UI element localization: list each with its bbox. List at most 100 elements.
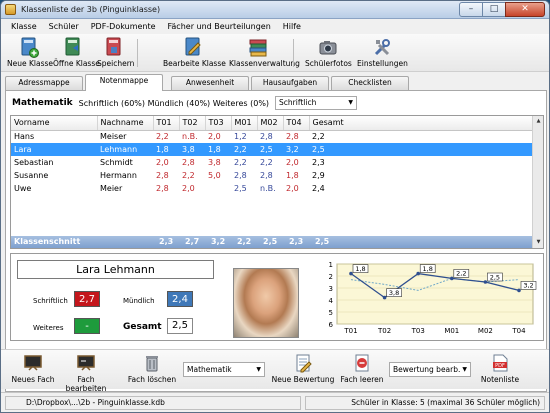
chalkboard-icon bbox=[24, 355, 42, 371]
edit-class-button[interactable]: Bearbeite Klasse bbox=[163, 36, 226, 70]
column-header-m02[interactable]: M02 bbox=[257, 116, 284, 131]
cell-t01[interactable]: 2,8 bbox=[153, 169, 179, 182]
cell-gesamt: 2,3 bbox=[312, 158, 325, 167]
column-header-vorname[interactable]: Vorname bbox=[11, 116, 98, 131]
cell-t04[interactable]: 3,2 bbox=[283, 143, 309, 156]
clear-subject-button[interactable]: Fach leeren bbox=[339, 353, 385, 384]
menu-faecher[interactable]: Fächer und Beurteilungen bbox=[168, 19, 271, 34]
cell-t04[interactable]: 2,0 bbox=[283, 182, 309, 195]
toolbar-separator bbox=[293, 39, 294, 67]
scroll-down-icon[interactable]: ▼ bbox=[534, 238, 543, 247]
table-row[interactable]: Susanne Hermann 2,8 2,2 5,0 2,8 2,8 1,8 … bbox=[11, 169, 533, 182]
maximize-button[interactable]: □ bbox=[482, 2, 506, 17]
open-class-icon bbox=[65, 37, 80, 56]
tab-checklisten[interactable]: Checklisten bbox=[331, 76, 409, 90]
settings-button[interactable]: Einstellungen bbox=[357, 36, 408, 70]
column-header-nachname[interactable]: Nachname bbox=[97, 116, 154, 131]
grade-list-button[interactable]: PDF Notenliste bbox=[477, 353, 523, 384]
assessment-select[interactable]: Bewertung bearb. ▼ bbox=[389, 362, 471, 377]
column-header-t03[interactable]: T03 bbox=[205, 116, 232, 131]
trash-icon bbox=[146, 356, 158, 372]
weighting-select[interactable]: Schriftlich ▼ bbox=[275, 96, 358, 110]
subject-name: Mathematik bbox=[12, 98, 73, 108]
new-subject-button[interactable]: Neues Fach bbox=[11, 353, 55, 384]
settings-label: Einstellungen bbox=[357, 59, 408, 68]
column-header-m01[interactable]: M01 bbox=[231, 116, 258, 131]
chart-x-tick: T02 bbox=[377, 327, 391, 335]
cell-t02[interactable]: 2,8 bbox=[179, 156, 205, 169]
cell-t02[interactable]: 2,2 bbox=[179, 169, 205, 182]
menu-schueler[interactable]: Schüler bbox=[49, 19, 79, 34]
class-average-label: Klassenschnitt bbox=[14, 237, 81, 246]
cell-t01[interactable]: 2,2 bbox=[153, 130, 179, 143]
chart-y-tick: 5 bbox=[329, 309, 333, 317]
chart-point bbox=[416, 271, 420, 276]
chart-point bbox=[349, 271, 353, 276]
cell-t04[interactable]: 2,0 bbox=[283, 156, 309, 169]
cell-m01[interactable]: 2,2 bbox=[231, 156, 257, 169]
grid-scrollbar[interactable]: ▲ ▼ bbox=[532, 116, 543, 248]
open-class-label: Öffne Klasse bbox=[53, 59, 100, 68]
total-grade: 2,5 bbox=[167, 318, 193, 334]
column-header-t01[interactable]: T01 bbox=[153, 116, 180, 131]
column-header-gesamt[interactable]: Gesamt bbox=[309, 116, 534, 131]
cell-m02[interactable]: n.B. bbox=[257, 182, 283, 195]
table-row[interactable]: Hans Meiser 2,2 n.B. 2,0 1,2 2,8 2,8 2,2 bbox=[11, 130, 533, 143]
cell-t03[interactable]: 3,8 bbox=[205, 156, 231, 169]
cell-t04[interactable]: 2,8 bbox=[283, 130, 309, 143]
menu-pdf-dokumente[interactable]: PDF-Dokumente bbox=[91, 19, 156, 34]
cell-t02[interactable]: n.B. bbox=[179, 130, 205, 143]
open-class-button[interactable]: Öffne Klasse bbox=[53, 36, 100, 70]
cell-t03[interactable]: 1,8 bbox=[205, 143, 231, 156]
cell-m01[interactable]: 1,2 bbox=[231, 130, 257, 143]
cell-m02[interactable]: 2,8 bbox=[257, 130, 283, 143]
cell-m02[interactable]: 2,2 bbox=[257, 156, 283, 169]
cell-t04[interactable]: 1,8 bbox=[283, 169, 309, 182]
column-header-t04[interactable]: T04 bbox=[283, 116, 310, 131]
table-row-selected[interactable]: Lara Lehmann 1,8 3,8 1,8 2,2 2,5 3,2 2,5 bbox=[11, 143, 533, 156]
tab-hausaufgaben[interactable]: Hausaufgaben bbox=[251, 76, 329, 90]
new-class-button[interactable]: Neue Klasse bbox=[7, 36, 53, 70]
scroll-up-icon[interactable]: ▲ bbox=[534, 117, 543, 126]
edit-subject-button[interactable]: Fach bearbeiten bbox=[61, 353, 111, 393]
cell-t02[interactable]: 3,8 bbox=[179, 143, 205, 156]
cell-t03[interactable]: 5,0 bbox=[205, 169, 231, 182]
cell-t02[interactable]: 2,0 bbox=[179, 182, 205, 195]
cell-m01[interactable]: 2,5 bbox=[231, 182, 257, 195]
cell-t01[interactable]: 2,0 bbox=[153, 156, 179, 169]
toolbar: Neue Klasse Öffne Klasse Speichern Bearb… bbox=[1, 34, 549, 72]
menu-klasse[interactable]: Klasse bbox=[11, 19, 37, 34]
cell-t03[interactable] bbox=[205, 182, 231, 195]
minimize-button[interactable]: – bbox=[459, 2, 483, 17]
cell-m02[interactable]: 2,8 bbox=[257, 169, 283, 182]
weighting-select-value: Schriftlich bbox=[279, 98, 317, 107]
cell-m01[interactable]: 2,8 bbox=[231, 169, 257, 182]
subject-select[interactable]: Mathematik ▼ bbox=[183, 362, 265, 377]
class-admin-button[interactable]: Klassenverwaltung bbox=[229, 36, 300, 70]
delete-subject-button[interactable]: Fach löschen bbox=[127, 353, 177, 384]
tab-notenmappe[interactable]: Notenmappe bbox=[85, 74, 163, 91]
tab-strip: Adressmappe Notenmappe Anwesenheit Hausa… bbox=[5, 74, 547, 91]
save-button[interactable]: Speichern bbox=[97, 36, 134, 70]
main-window: Klassenliste der 3b (Pinguinklasse) – □ … bbox=[0, 0, 550, 413]
cell-m02[interactable]: 2,5 bbox=[257, 143, 283, 156]
cell-m01[interactable]: 2,2 bbox=[231, 143, 257, 156]
student-photos-button[interactable]: Schülerfotos bbox=[305, 36, 352, 70]
menu-hilfe[interactable]: Hilfe bbox=[283, 19, 301, 34]
subject-row: Mathematik Schriftlich (60%) Mündlich (4… bbox=[12, 96, 358, 110]
tab-anwesenheit[interactable]: Anwesenheit bbox=[171, 76, 249, 90]
cell-t01[interactable]: 2,8 bbox=[153, 182, 179, 195]
tab-adressmappe[interactable]: Adressmappe bbox=[5, 76, 83, 90]
status-bar: D:\Dropbox\...\2b - Pinguinklasse.kdb Sc… bbox=[1, 392, 549, 412]
subject-select-value: Mathematik bbox=[187, 365, 232, 374]
new-assessment-button[interactable]: Neue Bewertung bbox=[271, 353, 335, 384]
title-bar[interactable]: Klassenliste der 3b (Pinguinklasse) – □ … bbox=[1, 1, 549, 19]
table-row[interactable]: Uwe Meier 2,8 2,0 2,5 n.B. 2,0 2,4 bbox=[11, 182, 533, 195]
cell-t01[interactable]: 1,8 bbox=[153, 143, 179, 156]
chart-point bbox=[450, 276, 454, 281]
column-header-t02[interactable]: T02 bbox=[179, 116, 206, 131]
table-row[interactable]: Sebastian Schmidt 2,0 2,8 3,8 2,2 2,2 2,… bbox=[11, 156, 533, 169]
close-button[interactable]: ✕ bbox=[505, 2, 545, 17]
class-admin-label: Klassenverwaltung bbox=[229, 59, 300, 68]
cell-t03[interactable]: 2,0 bbox=[205, 130, 231, 143]
